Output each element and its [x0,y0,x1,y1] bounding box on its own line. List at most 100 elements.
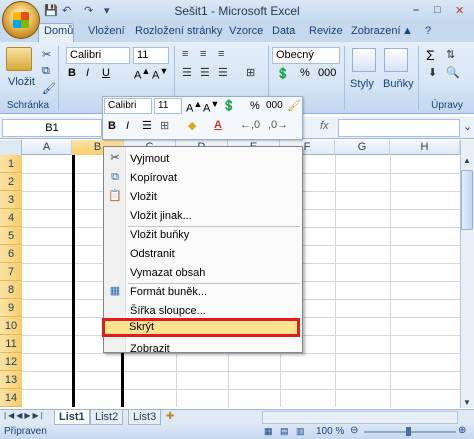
page-layout-view-icon[interactable]: ▤ [280,426,289,437]
tab-formulas[interactable]: Vzorce [229,25,263,37]
align-center-icon[interactable]: ☰ [200,66,210,79]
page-break-view-icon[interactable]: ▥ [296,426,305,437]
cut-icon[interactable]: ✂ [42,48,51,61]
menu-item-hide-highlight[interactable]: Skrýt [102,318,300,337]
menu-item-column-width[interactable]: Šířka sloupce... [130,305,206,317]
zoom-out-icon[interactable]: ⊖ [350,425,358,436]
zoom-level[interactable]: 100 % [316,426,344,437]
menu-item-format-cells[interactable]: Formát buněk... [130,286,207,298]
italic-icon[interactable]: I [86,67,89,79]
menu-item-cut[interactable]: Vyjmout [130,153,169,165]
align-right-icon[interactable]: ☰ [218,66,228,79]
cells-icon[interactable] [384,48,408,72]
mini-format-painter-icon[interactable]: 🖌 [287,99,301,112]
vertical-scroll-thumb[interactable] [461,170,473,230]
ribbon-minimize-icon[interactable]: ▲ [402,25,413,37]
menu-item-delete[interactable]: Odstranit [130,248,175,260]
menu-item-clear-contents[interactable]: Vymazat obsah [130,267,205,279]
tab-data[interactable]: Data [272,25,295,37]
formula-expand-icon[interactable]: ⌄ [463,120,472,133]
mini-font-size-box[interactable]: 11 [154,98,182,114]
row-header[interactable]: 8 [0,281,22,299]
align-bottom-icon[interactable]: ≡ [218,48,224,60]
bold-icon[interactable]: B [68,67,76,79]
cells-button-label[interactable]: Buňky [383,78,414,90]
merge-cells-icon[interactable]: ⊞ [246,66,255,79]
mini-center-icon[interactable]: ☰ [142,119,152,132]
name-box[interactable]: B1 [2,119,102,137]
row-header[interactable]: 11 [0,335,22,353]
font-size-box[interactable]: 11 [133,47,169,64]
row-header[interactable]: 13 [0,371,22,389]
menu-item-copy[interactable]: Kopírovat [130,172,177,184]
select-all-corner[interactable] [0,140,22,155]
mini-thousands-button[interactable]: 000 [266,100,283,111]
close-button[interactable]: ✕ [455,4,464,18]
fill-icon[interactable]: ⬇ [428,66,437,79]
help-icon[interactable]: ? [425,25,431,37]
sort-filter-icon[interactable]: ⇅ [446,48,455,61]
mini-italic-icon[interactable]: I [126,120,129,132]
insert-sheet-icon[interactable]: ✚ [166,411,174,422]
sheet-tab-list3[interactable]: List3 [128,410,162,425]
tab-home[interactable]: Domů [44,25,73,37]
mini-font-name-box[interactable]: Calibri [104,98,152,114]
normal-view-icon[interactable]: ▦ [264,426,273,437]
tab-view[interactable]: Zobrazení [351,25,401,37]
menu-item-unhide[interactable]: Zobrazit [130,343,170,355]
find-select-icon[interactable]: 🔍 [446,66,460,79]
font-name-box[interactable]: Calibri [66,47,130,64]
scroll-up-icon[interactable]: ▲ [463,156,471,165]
tab-insert[interactable]: Vložení [88,25,125,37]
row-header[interactable]: 4 [0,209,22,227]
sheet-tab-list2[interactable]: List2 [90,410,124,425]
row-header[interactable]: 9 [0,299,22,317]
paste-icon[interactable] [6,47,32,71]
grow-font-icon[interactable]: A▲ [134,66,150,82]
styles-button-label[interactable]: Styly [350,78,374,90]
mini-grow-font-icon[interactable]: A▲ [186,99,202,115]
row-header[interactable]: 10 [0,317,22,335]
align-top-icon[interactable]: ≡ [182,48,188,60]
copy-icon[interactable]: ⧉ [42,65,50,78]
column-header-h[interactable]: H [390,140,460,155]
office-button[interactable] [2,1,40,39]
percent-button[interactable]: % [300,67,310,79]
row-header[interactable]: 7 [0,263,22,281]
tab-page-layout[interactable]: Rozložení stránky [135,25,222,37]
number-format-box[interactable]: Obecný [272,47,340,64]
row-header[interactable]: 1 [0,155,22,173]
menu-item-insert-cells[interactable]: Vložit buňky [130,229,189,241]
zoom-slider-thumb[interactable] [406,427,411,436]
shrink-font-icon[interactable]: A▼ [152,66,168,82]
thousands-button[interactable]: 000 [318,67,336,79]
styles-icon[interactable] [352,48,376,72]
row-header[interactable]: 12 [0,353,22,371]
row-header[interactable]: 3 [0,191,22,209]
mini-percent-button[interactable]: % [250,100,260,112]
underline-icon[interactable]: U [102,67,110,79]
paste-button-label[interactable]: Vložit [8,76,35,88]
mini-currency-icon[interactable]: 💲 [222,99,236,112]
row-header[interactable]: 2 [0,173,22,191]
mini-bold-icon[interactable]: B [108,120,116,132]
sheet-tab-list1[interactable]: List1 [54,410,90,425]
mini-decrease-decimal-icon[interactable]: ←,0 [240,119,260,131]
mini-increase-decimal-icon[interactable]: ,0→ [268,119,288,131]
mini-fill-color-icon[interactable]: ◆ [188,119,196,132]
autosum-button[interactable]: Σ [426,47,435,63]
align-middle-icon[interactable]: ≡ [200,48,206,60]
column-header-g[interactable]: G [335,140,390,155]
sheet-nav-arrows-icon[interactable]: |◀◀▶▶| [4,411,45,420]
row-header[interactable]: 5 [0,227,22,245]
row-header[interactable]: 6 [0,245,22,263]
scroll-down-icon[interactable]: ▼ [463,398,471,407]
formula-input[interactable] [338,119,460,137]
align-left-icon[interactable]: ☰ [182,66,192,79]
column-header-a[interactable]: A [22,140,72,155]
mini-borders-icon[interactable]: ⊞ [160,119,169,132]
currency-icon[interactable]: 💲 [276,67,290,80]
maximize-button[interactable]: □ [434,4,441,18]
row-header[interactable]: 14 [0,389,22,407]
menu-item-paste[interactable]: Vložit [130,191,157,203]
